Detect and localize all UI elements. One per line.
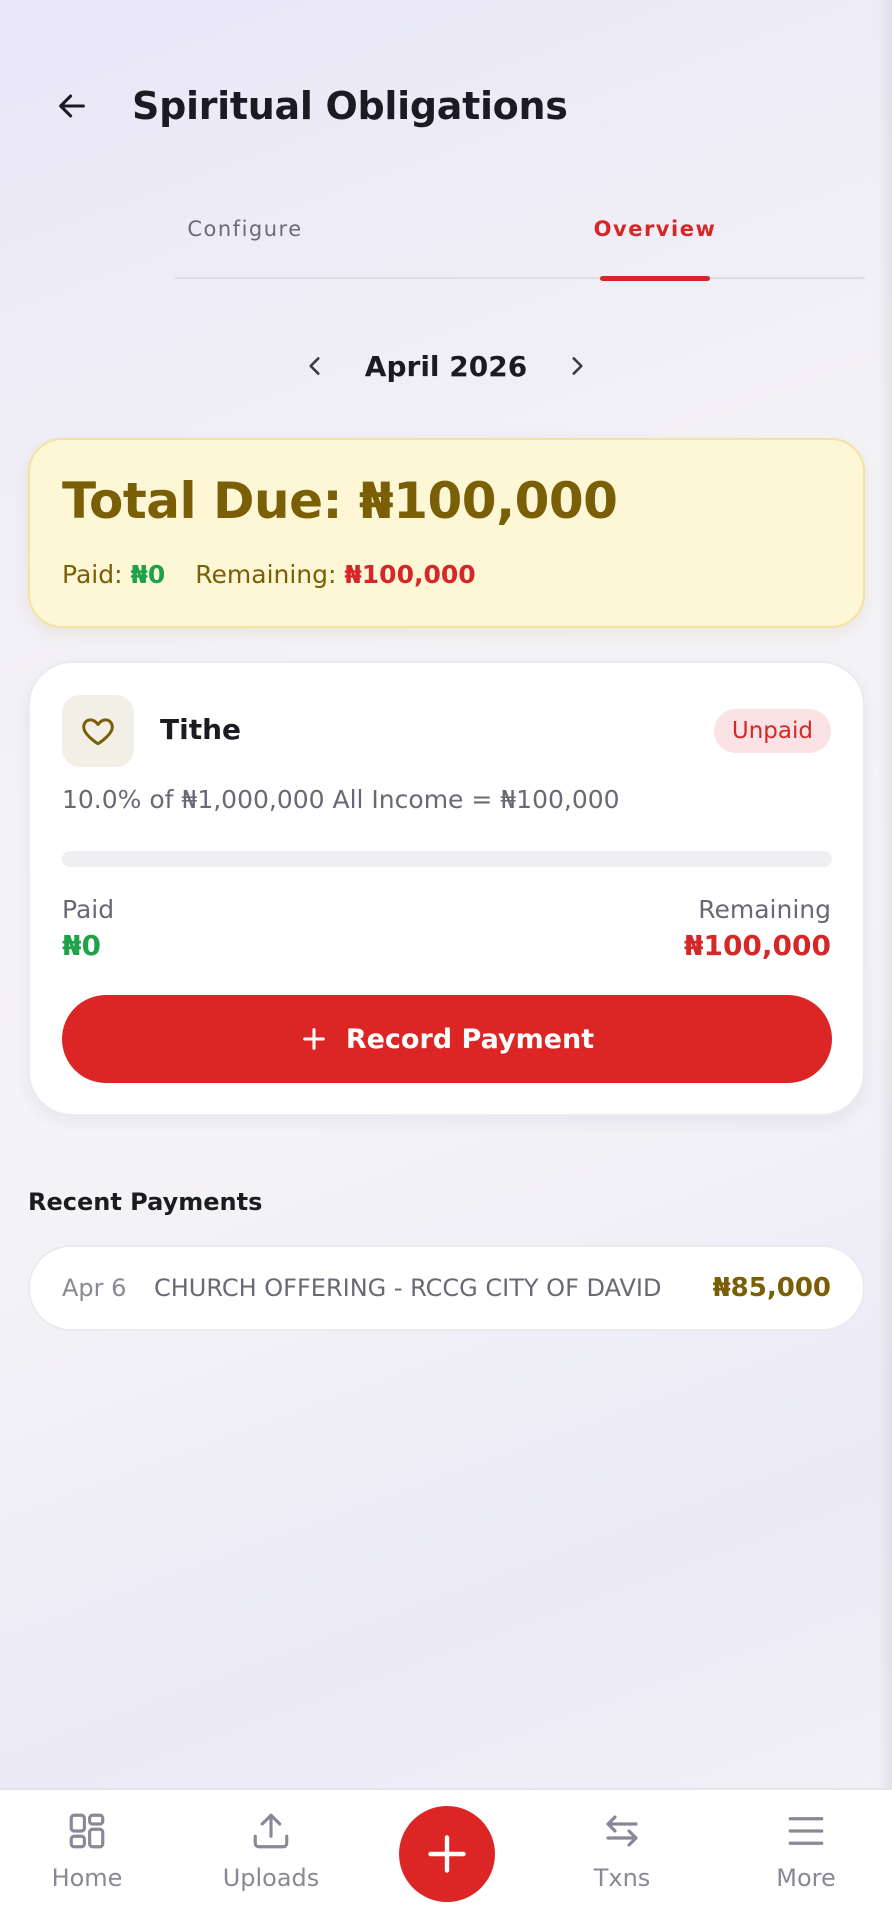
arrow-left-icon	[59, 94, 85, 118]
record-payment-button[interactable]: Record Payment	[62, 995, 832, 1083]
total-due-breakdown: Paid: ₦0 Remaining: ₦100,000	[62, 560, 476, 589]
edge-shade	[878, 0, 892, 1790]
prev-month-button[interactable]	[295, 346, 335, 386]
summary-remaining-value: ₦100,000	[344, 560, 476, 589]
tab-configure[interactable]: Configure	[180, 205, 310, 279]
heart-icon	[82, 718, 114, 746]
payment-amount: ₦85,000	[712, 1273, 831, 1303]
month-navigator: April 2026	[0, 340, 892, 392]
nav-uploads[interactable]: Uploads	[201, 1810, 341, 1892]
summary-paid-value: ₦0	[130, 560, 166, 589]
remaining-value: ₦100,000	[683, 929, 831, 962]
paid-label: Paid	[62, 895, 115, 924]
plus-icon	[428, 1835, 466, 1873]
nav-more[interactable]: More	[736, 1810, 876, 1892]
summary-paid-label: Paid:	[62, 560, 131, 589]
swap-arrows-icon	[606, 1815, 638, 1847]
nav-home[interactable]: Home	[17, 1810, 157, 1892]
remaining-label: Remaining	[698, 895, 831, 924]
tab-overview[interactable]: Overview	[594, 205, 715, 281]
obligation-name: Tithe	[160, 713, 242, 746]
nav-uploads-label: Uploads	[222, 1864, 320, 1892]
chevron-left-icon	[309, 357, 320, 375]
nav-txns-label: Txns	[593, 1864, 651, 1892]
total-due-value: ₦100,000	[358, 472, 618, 530]
payment-date: Apr 6	[62, 1274, 127, 1302]
grid-icon	[69, 1813, 105, 1849]
page-title: Spiritual Obligations	[132, 84, 568, 128]
tab-bar: Configure Overview	[175, 205, 865, 281]
total-due-prefix: Total Due:	[62, 472, 359, 530]
bottom-navigation: Home Uploads Txns More	[0, 1788, 892, 1910]
total-due-heading: Total Due: ₦100,000	[62, 472, 618, 530]
plus-icon	[302, 1028, 325, 1050]
nav-txns[interactable]: Txns	[552, 1810, 692, 1892]
active-tab-indicator	[600, 276, 710, 281]
recent-payments-heading: Recent Payments	[28, 1188, 263, 1216]
next-month-button[interactable]	[557, 346, 597, 386]
obligation-calculation: 10.0% of ₦1,000,000 All Income = ₦100,00…	[62, 785, 620, 814]
upload-icon	[253, 1813, 289, 1849]
record-payment-label: Record Payment	[345, 1023, 595, 1055]
tab-overview-label: Overview	[593, 217, 717, 241]
payment-list-item[interactable]: Apr 6 CHURCH OFFERING - RCCG CITY OF DAV…	[28, 1245, 865, 1331]
current-month: April 2026	[364, 349, 528, 383]
status-badge: Unpaid	[713, 709, 831, 753]
menu-icon	[788, 1817, 824, 1845]
nav-home-label: Home	[51, 1864, 123, 1892]
app-header: Spiritual Obligations	[50, 78, 568, 134]
total-due-card: Total Due: ₦100,000 Paid: ₦0 Remaining: ₦…	[28, 438, 865, 628]
nav-more-label: More	[776, 1864, 836, 1892]
tithe-icon-box	[62, 695, 134, 767]
paid-value: ₦0	[62, 929, 101, 962]
payment-description: CHURCH OFFERING - RCCG CITY OF DAVID	[154, 1274, 662, 1302]
chevron-right-icon	[572, 357, 583, 375]
tab-configure-label: Configure	[187, 217, 303, 241]
payment-progress-bar	[62, 851, 832, 867]
add-fab-button[interactable]	[399, 1806, 495, 1902]
tithe-obligation-card: Tithe Unpaid 10.0% of ₦1,000,000 All Inc…	[28, 661, 865, 1116]
summary-remaining-label: Remaining:	[195, 560, 345, 589]
back-button[interactable]	[50, 84, 94, 128]
